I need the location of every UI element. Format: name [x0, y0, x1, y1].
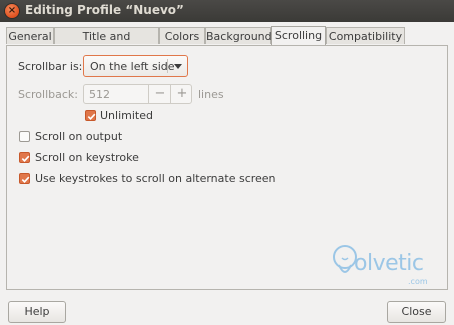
close-button[interactable]: Close — [387, 301, 446, 323]
chevron-down-icon — [174, 64, 182, 69]
scrollback-unit: lines — [198, 88, 224, 101]
tab-compatibility[interactable]: Compatibility — [326, 27, 405, 44]
unlimited-label: Unlimited — [100, 109, 153, 122]
scroll-on-output-label: Scroll on output — [35, 130, 123, 143]
scroll-on-output-checkbox[interactable] — [19, 131, 30, 142]
tab-colors[interactable]: Colors — [159, 27, 205, 44]
checkmark-icon — [21, 155, 30, 162]
scrollbar-position-select[interactable]: On the left side — [83, 55, 188, 77]
scrollback-input[interactable]: 512 — [89, 88, 110, 101]
alternate-screen-checkbox[interactable] — [19, 173, 30, 184]
watermark-text: olvetic — [354, 251, 424, 276]
window-title: Editing Profile “Nuevo” — [25, 3, 184, 17]
scroll-on-keystroke-label: Scroll on keystroke — [35, 151, 139, 164]
help-button[interactable]: Help — [8, 301, 66, 323]
scroll-on-keystroke-checkbox[interactable] — [19, 152, 30, 163]
scrollback-decrement-button[interactable]: − — [148, 85, 171, 103]
combo-separator — [167, 59, 168, 73]
unlimited-checkbox[interactable] — [85, 110, 96, 121]
scrollback-increment-button[interactable]: + — [170, 85, 193, 103]
checkmark-icon — [21, 176, 30, 183]
tab-scrolling[interactable]: Scrolling — [271, 26, 326, 45]
watermark-suffix: .com — [408, 277, 428, 286]
tab-general[interactable]: General — [6, 27, 54, 44]
window-close-button[interactable]: × — [5, 4, 19, 18]
scrollbar-position-value: On the left side — [90, 60, 175, 73]
title-bar: × Editing Profile “Nuevo” — [0, 0, 454, 22]
alternate-screen-label: Use keystrokes to scroll on alternate sc… — [35, 172, 276, 185]
checkmark-icon — [87, 113, 96, 120]
watermark: olvetic .com — [330, 243, 440, 286]
tab-title-and-command[interactable]: Title and Command — [54, 27, 159, 60]
scrollbar-label: Scrollbar is: — [18, 60, 83, 73]
scrollback-spinbox[interactable]: 512 − + — [83, 84, 192, 104]
tab-background[interactable]: Background — [205, 27, 272, 44]
scrollback-label: Scrollback: — [18, 88, 79, 101]
